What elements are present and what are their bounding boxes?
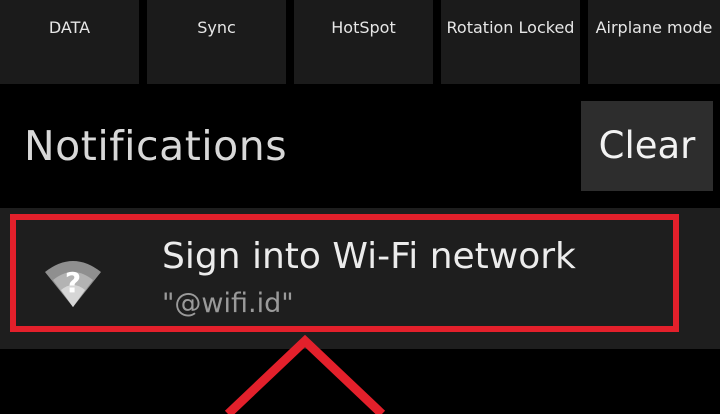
quick-settings-row: DATA Sync HotSpot Rotation Locked Airpla… xyxy=(0,0,720,84)
notifications-title: Notifications xyxy=(24,122,288,170)
qs-tile-airplane[interactable]: Airplane mode xyxy=(588,0,720,84)
qs-tile-data[interactable]: DATA xyxy=(0,0,139,84)
svg-text:?: ? xyxy=(65,266,81,299)
qs-tile-label: HotSpot xyxy=(331,18,396,37)
notification-title: Sign into Wi-Fi network xyxy=(162,236,576,277)
notification-subtitle: "@wifi.id" xyxy=(162,288,294,319)
notification-item-wifi-signin[interactable]: ? Sign into Wi-Fi network "@wifi.id" xyxy=(0,208,720,349)
qs-tile-label: DATA xyxy=(48,18,91,37)
qs-tile-label: Rotation Locked xyxy=(446,18,575,37)
arrow-annotation xyxy=(224,335,386,414)
qs-tile-sync[interactable]: Sync xyxy=(147,0,286,84)
qs-tile-hotspot[interactable]: HotSpot xyxy=(294,0,433,84)
clear-button[interactable]: Clear xyxy=(581,101,713,191)
notifications-header: Notifications Clear xyxy=(0,84,720,208)
wifi-question-icon: ? xyxy=(45,261,101,307)
qs-tile-label: Airplane mode xyxy=(595,18,713,37)
qs-tile-label: Sync xyxy=(197,18,236,37)
edge-divider xyxy=(0,349,4,414)
notification-shade: DATA Sync HotSpot Rotation Locked Airpla… xyxy=(0,0,720,414)
qs-tile-rotation[interactable]: Rotation Locked xyxy=(441,0,580,84)
